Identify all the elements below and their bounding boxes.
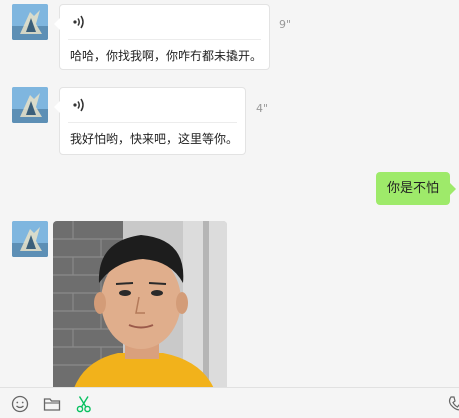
emoji-icon bbox=[11, 395, 29, 413]
voice-message-bubble[interactable]: 我好怕哟，快来吧，这里等你。 bbox=[54, 87, 246, 155]
scissors-icon bbox=[76, 396, 91, 413]
voice-message-bubble[interactable]: 哈哈，你找我啊，你咋冇都未撬开。 bbox=[54, 4, 270, 70]
phone-icon bbox=[448, 396, 459, 411]
contact-avatar[interactable] bbox=[12, 4, 48, 40]
send-file-button[interactable] bbox=[43, 395, 61, 413]
emoji-button[interactable] bbox=[11, 395, 29, 413]
chat-message-list: 哈哈，你找我啊，你咋冇都未撬开。 9" 我好怕哟，快来吧，这里等你。 4" 你是… bbox=[0, 0, 459, 387]
voice-duration: 4" bbox=[256, 102, 269, 115]
voice-icon bbox=[73, 98, 84, 112]
contact-avatar[interactable] bbox=[12, 221, 48, 257]
input-toolbar bbox=[0, 387, 459, 418]
voice-call-button[interactable] bbox=[447, 395, 459, 413]
voice-transcript: 我好怕哟，快来吧，这里等你。 bbox=[68, 122, 238, 148]
voice-icon bbox=[73, 15, 84, 29]
image-message[interactable] bbox=[53, 221, 227, 387]
voice-play-row[interactable] bbox=[60, 88, 245, 122]
contact-avatar[interactable] bbox=[12, 87, 48, 123]
folder-icon bbox=[43, 398, 61, 411]
message-text: 你是不怕 bbox=[386, 181, 439, 196]
voice-play-row[interactable] bbox=[60, 5, 269, 39]
voice-duration: 9" bbox=[279, 18, 292, 31]
voice-transcript: 哈哈，你找我啊，你咋冇都未撬开。 bbox=[68, 39, 262, 65]
outgoing-text-bubble[interactable]: 你是不怕 bbox=[375, 172, 457, 205]
screenshot-button[interactable] bbox=[75, 395, 93, 413]
